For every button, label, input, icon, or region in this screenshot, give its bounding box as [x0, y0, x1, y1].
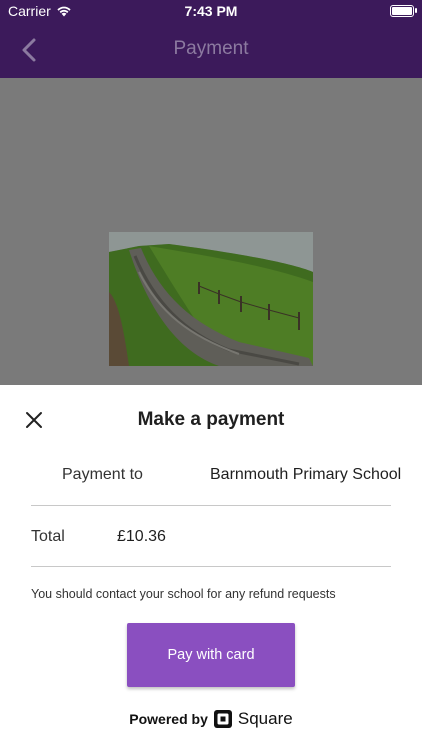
square-logo-icon	[213, 710, 232, 728]
total-label: Total	[31, 528, 65, 545]
page-title: Payment	[173, 38, 249, 59]
powered-by-square: Powered by Square	[0, 709, 422, 729]
total-value: £10.36	[117, 528, 166, 545]
payment-sheet: Make a payment Payment to Barnmouth Prim…	[0, 385, 422, 750]
powered-by-label: Powered by	[129, 711, 208, 727]
square-brand-label: Square	[237, 709, 293, 728]
status-bar: Carrier 7:43 PM	[0, 0, 422, 22]
nav-bar: Payment	[0, 22, 422, 78]
payment-to-label: Payment to	[62, 466, 143, 483]
payment-to-value: Barnmouth Primary School	[210, 466, 402, 483]
divider	[31, 566, 391, 567]
sheet-title: Make a payment	[137, 409, 285, 430]
pay-with-card-button[interactable]: Pay with card	[127, 623, 295, 687]
battery-icon	[390, 5, 417, 17]
school-photo	[109, 232, 313, 366]
divider	[31, 505, 391, 506]
refund-note: You should contact your school for any r…	[31, 587, 336, 601]
status-time: 7:43 PM	[184, 3, 238, 19]
